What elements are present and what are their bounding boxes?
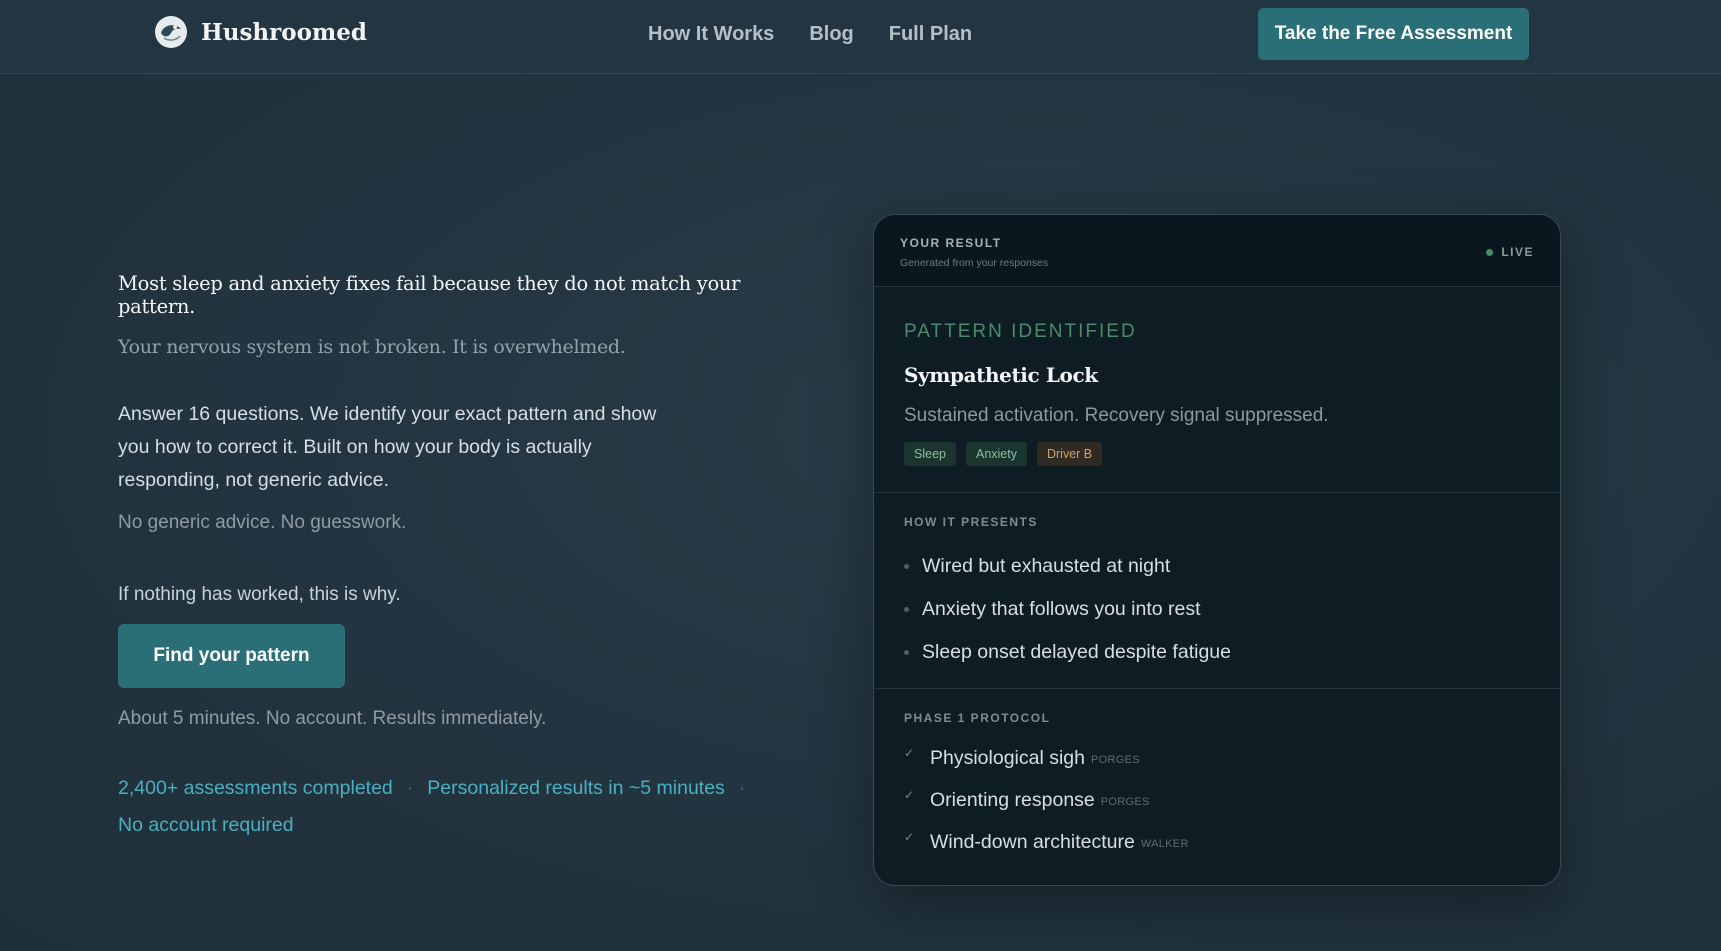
bullet-icon [904, 650, 909, 655]
present-text: Anxiety that follows you into rest [922, 598, 1201, 620]
brand-logo[interactable]: Hushroomed [155, 16, 367, 48]
check-icon: ✓ [904, 830, 915, 844]
list-item: Wired but exhausted at night [904, 545, 1530, 588]
hero-title: Most sleep and anxiety fixes fail becaus… [118, 272, 741, 318]
bullet-icon [904, 607, 909, 612]
mushroom-logo-icon [155, 16, 187, 48]
stat-separator: · [406, 777, 414, 799]
stat-results-time: Personalized results in ~5 minutes [427, 777, 725, 799]
hero-section: Most sleep and anxiety fixes fail becaus… [118, 272, 778, 844]
protocol-name: Orienting response [930, 788, 1095, 811]
take-assessment-button[interactable]: Take the Free Assessment [1258, 8, 1529, 60]
protocol-list: ✓ Physiological sigh PORGES ✓ Orienting res… [904, 737, 1530, 863]
hero-subtitle: Your nervous system is not broken. It is… [118, 336, 626, 358]
card-label: YOUR RESULT [900, 236, 1002, 250]
present-text: Wired but exhausted at night [922, 555, 1171, 577]
card-header: YOUR RESULT Generated from your response… [874, 215, 1560, 287]
card-sublabel: Generated from your responses [900, 257, 1049, 269]
list-item: ✓ Physiological sigh PORGES [904, 737, 1530, 779]
nav-blog[interactable]: Blog [809, 23, 853, 46]
hero-muted-note: No generic advice. No guesswork. [118, 512, 407, 533]
check-icon: ✓ [904, 788, 915, 802]
presents-label: HOW IT PRESENTS [904, 515, 1038, 529]
stat-separator: · [738, 777, 746, 799]
pattern-tags: Sleep Anxiety Driver B [904, 442, 1530, 466]
result-card: YOUR RESULT Generated from your response… [873, 214, 1561, 886]
nav-full-plan[interactable]: Full Plan [889, 23, 972, 46]
stat-assessments: 2,400+ assessments completed [118, 777, 393, 799]
brand-name: Hushroomed [201, 18, 367, 46]
protocol-source: PORGES [1091, 754, 1140, 766]
hero-nothing-worked: If nothing has worked, this is why. [118, 584, 401, 605]
tag-anxiety: Anxiety [965, 442, 1027, 466]
list-item: ✓ Wind-down architecture WALKER [904, 821, 1530, 863]
live-dot-icon [1486, 248, 1494, 256]
stat-no-account: No account required [118, 814, 294, 836]
protocol-source: PORGES [1100, 796, 1150, 808]
pattern-section: PATTERN IDENTIFIED Sympathetic Lock Sust… [874, 287, 1560, 493]
live-badge: LIVE [1486, 245, 1534, 259]
pattern-name: Sympathetic Lock [904, 363, 1098, 387]
trust-stats: 2,400+ assessments completed · Personalize… [118, 770, 778, 844]
list-item: Anxiety that follows you into rest [904, 588, 1530, 631]
find-pattern-button[interactable]: Find your pattern [118, 624, 345, 688]
tag-sleep: Sleep [904, 442, 956, 466]
bullet-icon [904, 564, 909, 569]
list-item: Sleep onset delayed despite fatigue [904, 631, 1530, 674]
protocol-section: PHASE 1 PROTOCOL ✓ Physiological sigh PORG… [874, 689, 1560, 863]
protocol-name: Physiological sigh [930, 746, 1086, 769]
protocol-label: PHASE 1 PROTOCOL [904, 711, 1051, 725]
hero-about-note: About 5 minutes. No account. Results imm… [118, 708, 547, 729]
pattern-label: PATTERN IDENTIFIED [904, 321, 1137, 342]
tag-driver: Driver B [1036, 442, 1103, 466]
check-icon: ✓ [904, 746, 915, 760]
protocol-source: WALKER [1140, 838, 1189, 850]
presents-section: HOW IT PRESENTS Wired but exhausted at n… [874, 493, 1560, 689]
pattern-description: Sustained activation. Recovery signal su… [904, 405, 1329, 426]
hero-body: Answer 16 questions. We identify your ex… [118, 403, 657, 491]
list-item: ✓ Orienting response PORGES [904, 779, 1530, 821]
live-label: LIVE [1501, 245, 1534, 259]
nav-links: How It Works Blog Full Plan [648, 23, 972, 46]
nav-how-it-works[interactable]: How It Works [648, 23, 774, 46]
present-text: Sleep onset delayed despite fatigue [922, 641, 1231, 663]
top-nav: Hushroomed How It Works Blog Full Plan T… [0, 0, 1721, 74]
protocol-name: Wind-down architecture [930, 830, 1135, 853]
presents-list: Wired but exhausted at night Anxiety tha… [904, 545, 1530, 674]
